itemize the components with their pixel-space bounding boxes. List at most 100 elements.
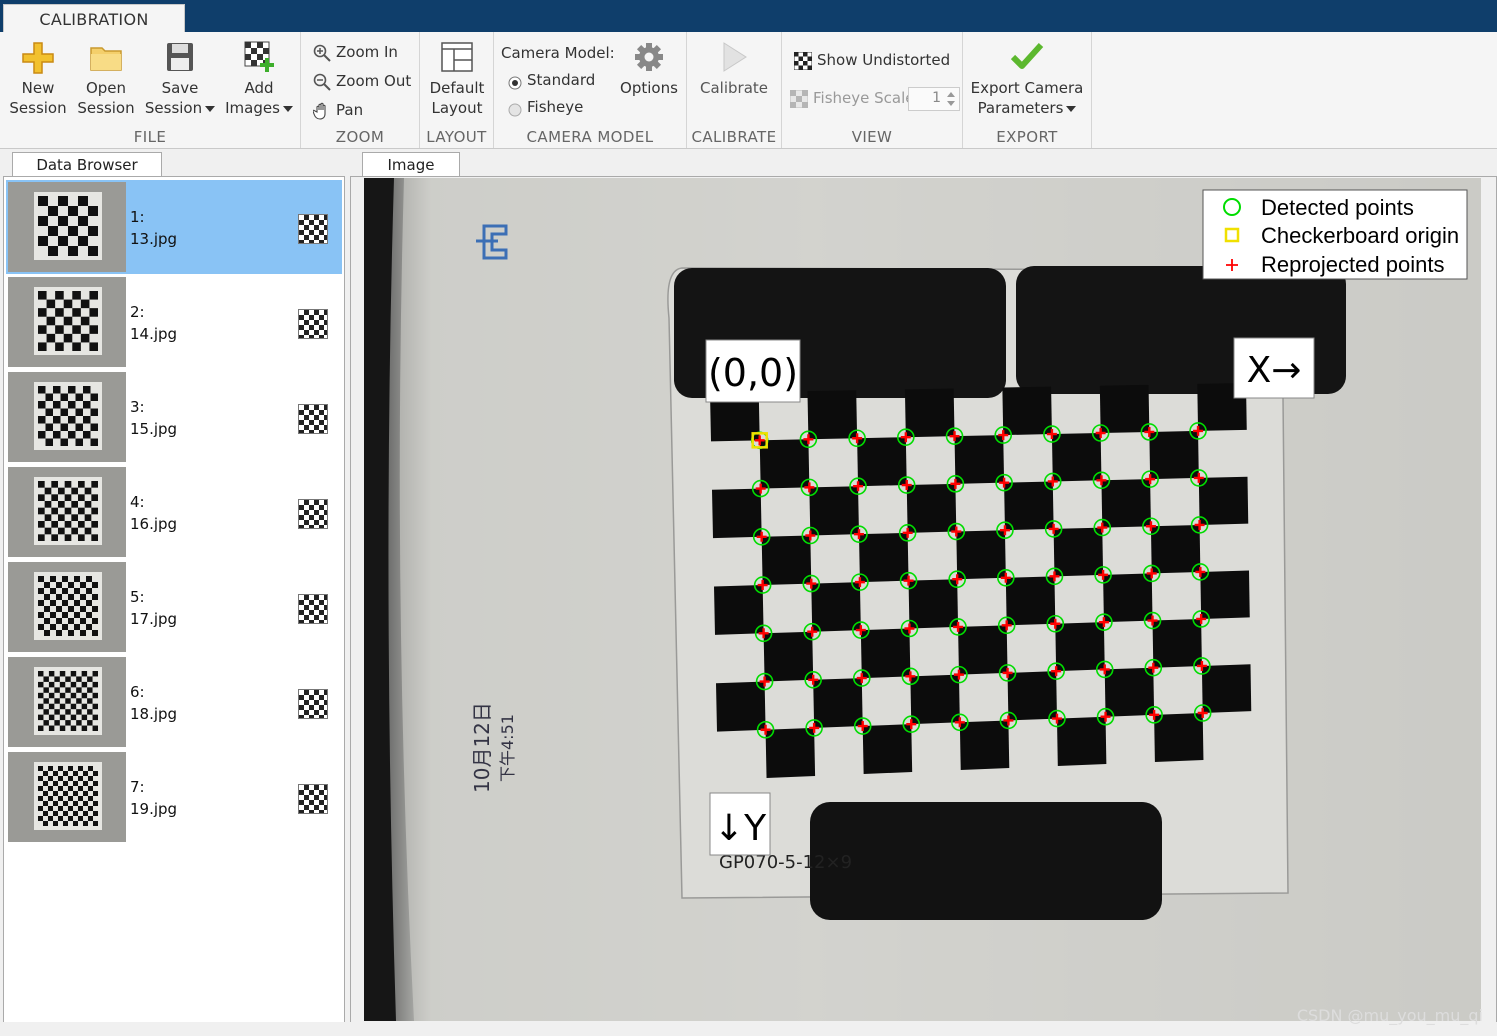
list-item[interactable]: 6: 18.jpg	[6, 655, 342, 749]
list-item[interactable]: 2: 14.jpg	[6, 275, 342, 369]
add-images-button[interactable]: Add Images	[222, 40, 296, 118]
fisheye-label: Fisheye	[527, 98, 584, 116]
status-bar	[0, 1022, 1497, 1036]
fisheye-scale-spinner[interactable]: 1	[908, 87, 960, 111]
list-item-filename: 16.jpg	[130, 515, 178, 533]
image-thumbnail	[8, 562, 126, 652]
zoom-in-label: Zoom In	[336, 43, 398, 61]
new-session-label-2: Session	[9, 99, 67, 117]
export-label-2: Parameters	[977, 99, 1064, 117]
zoom-group-title: ZOOM	[335, 128, 385, 146]
image-thumbnail	[8, 182, 126, 272]
show-undistorted-label: Show Undistorted	[817, 51, 951, 69]
radio-selected-icon	[508, 74, 522, 89]
checkerboard-square	[712, 488, 762, 539]
image-thumbnail	[8, 657, 126, 747]
chevron-down-icon[interactable]	[205, 105, 216, 112]
list-item-filename: 15.jpg	[130, 420, 178, 438]
chevron-down-icon[interactable]	[282, 105, 293, 112]
checkerboard-square	[858, 532, 909, 583]
layout-group: Default Layout LAYOUT	[420, 32, 494, 148]
tab-calibration[interactable]: CALIBRATION	[3, 4, 185, 33]
image-thumbnail	[8, 372, 126, 462]
list-item[interactable]: 1: 13.jpg	[6, 180, 342, 274]
zoom-out-button[interactable]: Zoom Out	[313, 70, 411, 92]
checkerboard-square	[807, 390, 858, 440]
checkerboard-square	[1103, 573, 1153, 623]
checkerboard-square	[956, 530, 1006, 580]
photo-date: 10月12日	[470, 702, 494, 793]
tab-data-browser[interactable]: Data Browser	[12, 152, 162, 177]
pan-button[interactable]: Pan	[312, 99, 364, 121]
checkerboard-icon	[298, 784, 328, 814]
camera-model-group-title: CAMERA MODEL	[526, 128, 654, 146]
options-button[interactable]: Options	[616, 40, 682, 98]
spinner-arrows-icon[interactable]	[945, 90, 957, 112]
calibration-image[interactable]: GP070-5-12×9 10月12日 下午4:51 (0,0) X→ ↓Y D…	[364, 178, 1481, 1021]
legend-origin: Checkerboard origin	[1261, 223, 1459, 248]
calibrate-button[interactable]: Calibrate	[695, 40, 773, 98]
image-thumbnail	[8, 752, 126, 842]
show-undistorted-toggle[interactable]: Show Undistorted	[793, 49, 951, 71]
radio-unselected-icon	[508, 101, 522, 116]
default-layout-button[interactable]: Default Layout	[424, 40, 490, 118]
checkerboard-icon	[298, 689, 328, 719]
list-item[interactable]: 4: 16.jpg	[6, 465, 342, 559]
plus-icon	[20, 40, 56, 74]
floppy-disk-icon	[162, 40, 198, 74]
zoom-out-icon	[313, 73, 331, 91]
fisheye-radio[interactable]: Fisheye	[508, 96, 583, 118]
camera-model-group: Camera Model: Standard Fisheye Options C…	[494, 32, 687, 148]
checkerboard-square	[1200, 570, 1250, 619]
calibrate-group: Calibrate CALIBRATE	[687, 32, 782, 148]
new-session-button[interactable]: New Session	[6, 40, 70, 118]
open-session-label-2: Session	[77, 99, 135, 117]
checkerboard-icon	[298, 214, 328, 244]
list-item[interactable]: 3: 15.jpg	[6, 370, 342, 464]
checkerboard-square	[813, 678, 863, 728]
list-item-filename: 18.jpg	[130, 705, 178, 723]
checkerboard-square	[714, 585, 764, 635]
list-item-text: 5: 17.jpg	[130, 586, 177, 630]
checkerboard-square	[1149, 430, 1199, 480]
list-item-filename: 19.jpg	[130, 800, 178, 818]
list-item[interactable]: 5: 17.jpg	[6, 560, 342, 654]
zoom-in-icon	[313, 44, 331, 62]
new-session-label-1: New	[21, 79, 55, 97]
export-parameters-button[interactable]: Export Camera Parameters	[967, 40, 1087, 118]
checkerboard-icon	[298, 499, 328, 529]
image-thumbnail	[8, 467, 126, 557]
pan-label: Pan	[336, 101, 364, 119]
checkerboard-square	[765, 727, 816, 778]
camera-model-label: Camera Model:	[501, 44, 615, 62]
checkmark-icon	[1009, 40, 1045, 74]
list-item-index: 2:	[130, 303, 145, 321]
list-item-text: 2: 14.jpg	[130, 301, 177, 345]
checkerboard-square	[1007, 671, 1057, 721]
chevron-down-icon[interactable]	[1066, 105, 1077, 112]
checkerboard-icon	[298, 309, 328, 339]
standard-radio[interactable]: Standard	[508, 69, 595, 91]
checkerboard-square	[958, 625, 1008, 675]
save-session-button[interactable]: Save Session	[142, 40, 218, 118]
add-images-label-1: Add	[244, 79, 274, 97]
checkerboard-square	[857, 437, 907, 487]
checkerboard-square	[1104, 667, 1155, 717]
title-bar	[0, 0, 1497, 32]
save-session-label-2: Session	[144, 99, 203, 117]
play-icon	[716, 40, 752, 74]
open-session-button[interactable]: Open Session	[74, 40, 138, 118]
list-item-text: 7: 19.jpg	[130, 776, 177, 820]
list-item-text: 6: 18.jpg	[130, 681, 177, 725]
data-browser-panel: 1: 13.jpg 2: 14.jpg 3: 15.jpg 4: 16.jpg 5: 17.jpg…	[3, 176, 345, 1023]
tab-image[interactable]: Image	[362, 152, 460, 177]
checkerboard-square	[1051, 433, 1102, 482]
view-group: Show Undistorted Fisheye Scale 1 VIEW	[782, 32, 963, 148]
legend: Detected points Checkerboard origin Repr…	[1202, 189, 1468, 280]
list-item[interactable]: 7: 19.jpg	[6, 750, 342, 844]
checkerboard-square	[1154, 712, 1204, 762]
list-item-text: 3: 15.jpg	[130, 396, 177, 440]
checkerboard-square	[1198, 476, 1249, 525]
y-axis-label: ↓Y	[714, 808, 767, 849]
zoom-in-button[interactable]: Zoom In	[313, 41, 398, 63]
